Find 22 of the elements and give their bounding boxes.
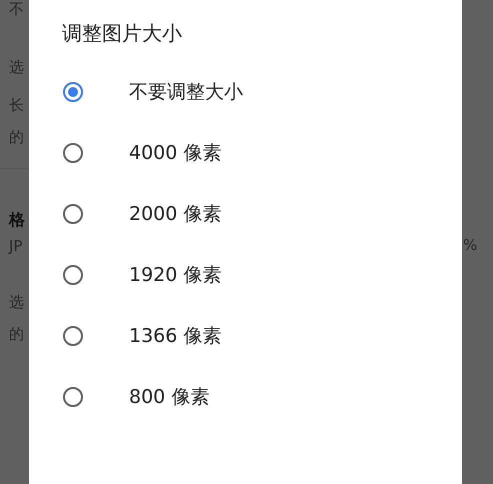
option-label[interactable]: 1920 像素 — [129, 262, 222, 288]
option-label[interactable]: 1366 像素 — [129, 322, 222, 348]
dialog-title: 调整图片大小 — [62, 20, 183, 47]
radio-button[interactable] — [63, 326, 83, 346]
setting-text: 的 — [9, 128, 24, 146]
radio-button[interactable] — [63, 386, 83, 406]
option-label[interactable]: 800 像素 — [129, 384, 210, 410]
radio-button[interactable] — [63, 142, 83, 162]
option-label[interactable]: 4000 像素 — [129, 140, 222, 166]
setting-heading: 格 — [9, 211, 25, 229]
setting-text: 选 — [9, 293, 24, 311]
option-label[interactable]: 2000 像素 — [129, 200, 222, 226]
setting-text: 长 — [9, 96, 24, 114]
radio-button[interactable] — [63, 82, 83, 102]
setting-text: 的 — [9, 325, 24, 343]
setting-text: 不 — [9, 0, 24, 18]
radio-button[interactable] — [63, 204, 83, 224]
setting-text: 选 — [9, 58, 24, 76]
radio-button[interactable] — [63, 264, 83, 284]
setting-text: % — [463, 236, 478, 254]
setting-text: JP — [9, 237, 22, 255]
option-label[interactable]: 不要调整大小 — [129, 78, 243, 104]
